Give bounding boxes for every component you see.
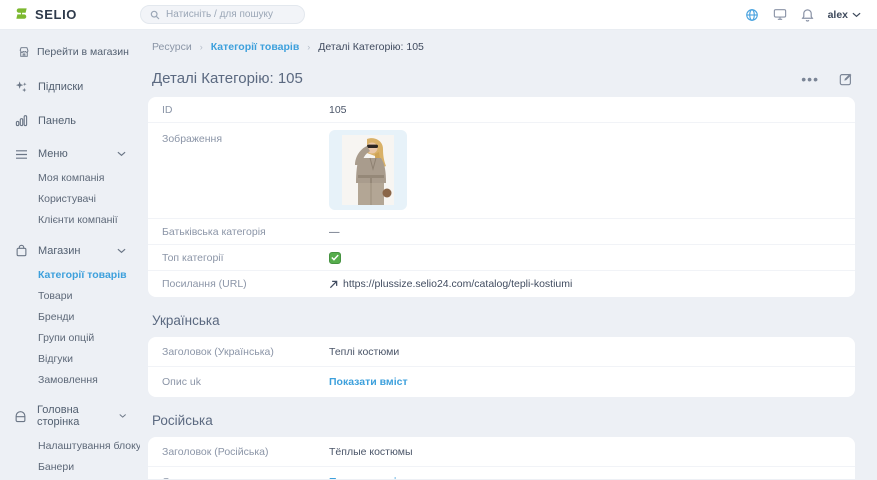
- sidebar-item-product-categories[interactable]: Категорії товарів: [0, 264, 140, 285]
- chevron-down-icon: [852, 12, 861, 18]
- sidebar-item-block-settings[interactable]: Налаштування блоку: [0, 435, 140, 456]
- detail-row-url: Посилання (URL) https://plussize.selio24…: [148, 271, 855, 297]
- url-text: https://plussize.selio24.com/catalog/tep…: [343, 278, 572, 290]
- row-label: Заголовок (Українська): [162, 346, 329, 358]
- row-label: Опис ru: [162, 476, 329, 479]
- category-details-card: ID 105 Зображення: [148, 97, 855, 297]
- row-label: Опис uk: [162, 376, 329, 388]
- sidebar-item-reviews[interactable]: Відгуки: [0, 348, 140, 369]
- show-content-link-ru[interactable]: Показати вміст: [329, 476, 408, 479]
- breadcrumb-separator-icon: ›: [307, 42, 310, 52]
- sidebar-item-menu[interactable]: Меню: [0, 141, 140, 167]
- detail-row-parent-category: Батьківська категорія —: [148, 219, 855, 245]
- row-label: Посилання (URL): [162, 278, 329, 290]
- detail-row-title-uk: Заголовок (Українська) Теплі костюми: [148, 337, 855, 367]
- top-category-checkbox-checked[interactable]: [329, 252, 341, 264]
- category-photo: [342, 135, 394, 205]
- sidebar-item-label: Перейти в магазин: [37, 46, 129, 58]
- sidebar-item-option-groups[interactable]: Групи опцій: [0, 327, 140, 348]
- detail-row-top-category: Топ категорії: [148, 245, 855, 271]
- external-link-icon: [329, 280, 338, 289]
- detail-row-image: Зображення: [148, 123, 855, 219]
- user-menu[interactable]: alex: [828, 9, 861, 21]
- sidebar-item-products[interactable]: Товари: [0, 285, 140, 306]
- main-content: Ресурси › Категорії товарів › Деталі Кат…: [140, 30, 877, 479]
- row-label: Батьківська категорія: [162, 226, 329, 238]
- page-title-row: Деталі Категорію: 105 •••: [152, 70, 853, 87]
- section-heading-ukrainian: Українська: [152, 313, 855, 328]
- sidebar-item-brands[interactable]: Бренди: [0, 306, 140, 327]
- row-label: ID: [162, 104, 329, 116]
- detail-row-description-uk: Опис uk Показати вміст: [148, 367, 855, 397]
- sidebar-item-go-to-shop[interactable]: Перейти в магазин: [0, 38, 140, 66]
- bell-icon[interactable]: [801, 8, 814, 22]
- edit-button[interactable]: [839, 72, 853, 86]
- globe-icon[interactable]: [745, 8, 759, 22]
- logo-text: SELIO: [35, 7, 77, 22]
- row-value: Теплі костюми: [329, 346, 399, 358]
- sidebar-item-pages[interactable]: Сторінки: [0, 477, 140, 479]
- breadcrumb-current: Деталі Категорію: 105: [318, 41, 424, 53]
- selio-logo-icon: [14, 7, 29, 22]
- category-image-thumbnail[interactable]: [329, 130, 407, 210]
- row-label: Топ категорії: [162, 252, 329, 264]
- top-header: SELIO Натисніть / для пошуку alex: [0, 0, 877, 30]
- sidebar-item-home-page[interactable]: Головна сторінка: [0, 397, 140, 435]
- sidebar-item-label: Головна сторінка: [37, 404, 109, 428]
- row-value: 105: [329, 104, 347, 116]
- row-value: —: [329, 226, 340, 238]
- russian-section-card: Заголовок (Російська) Тёплые костюмы Опи…: [148, 437, 855, 479]
- sidebar-item-orders[interactable]: Замовлення: [0, 369, 140, 390]
- search-placeholder: Натисніть / для пошуку: [166, 9, 273, 20]
- section-heading-russian: Російська: [152, 413, 855, 428]
- chevron-down-icon: [117, 151, 126, 157]
- row-label: Заголовок (Російська): [162, 446, 329, 458]
- breadcrumb: Ресурси › Категорії товарів › Деталі Кат…: [152, 41, 855, 53]
- sidebar-item-shop[interactable]: Магазин: [0, 237, 140, 264]
- detail-row-description-ru: Опис ru Показати вміст: [148, 467, 855, 479]
- breadcrumb-categories[interactable]: Категорії товарів: [211, 41, 300, 53]
- chevron-down-icon: [119, 413, 126, 419]
- sidebar-item-dashboard[interactable]: Панель: [0, 107, 140, 134]
- sidebar-item-my-company[interactable]: Моя компанія: [0, 167, 140, 188]
- shopping-bag-icon: [14, 244, 28, 257]
- sidebar-item-subscriptions[interactable]: Підписки: [0, 73, 140, 100]
- sidebar-item-users[interactable]: Користувачі: [0, 188, 140, 209]
- row-value: Тёплые костюмы: [329, 446, 413, 458]
- more-options-button[interactable]: •••: [801, 75, 819, 83]
- sparkles-icon: [14, 80, 28, 93]
- row-label: Зображення: [162, 130, 329, 145]
- sidebar-item-label: Панель: [38, 115, 76, 127]
- sidebar-item-label: Магазин: [38, 245, 80, 257]
- detail-row-title-ru: Заголовок (Російська) Тёплые костюмы: [148, 437, 855, 467]
- detail-row-id: ID 105: [148, 97, 855, 123]
- chevron-down-icon: [117, 248, 126, 254]
- sidebar-item-banners[interactable]: Банери: [0, 456, 140, 477]
- sidebar-item-label: Підписки: [38, 81, 83, 93]
- display-icon[interactable]: [773, 8, 787, 21]
- home-page-icon: [14, 410, 27, 423]
- hamburger-icon: [14, 149, 28, 160]
- user-name: alex: [828, 9, 848, 21]
- sidebar-item-label: Меню: [38, 148, 68, 160]
- storefront-icon: [17, 46, 31, 58]
- sidebar: Перейти в магазин Підписки Панель Меню М…: [0, 30, 140, 479]
- header-actions: alex: [745, 8, 877, 22]
- bar-chart-icon: [14, 114, 28, 127]
- page-title: Деталі Категорію: 105: [152, 70, 303, 87]
- global-search-input[interactable]: Натисніть / для пошуку: [140, 5, 305, 24]
- breadcrumb-resources[interactable]: Ресурси: [152, 41, 192, 53]
- search-icon: [150, 10, 160, 20]
- breadcrumb-separator-icon: ›: [200, 42, 203, 52]
- sidebar-item-company-clients[interactable]: Клієнти компанії: [0, 209, 140, 230]
- show-content-link-uk[interactable]: Показати вміст: [329, 376, 408, 388]
- category-url-link[interactable]: https://plussize.selio24.com/catalog/tep…: [329, 278, 572, 290]
- logo[interactable]: SELIO: [0, 7, 140, 22]
- ukrainian-section-card: Заголовок (Українська) Теплі костюми Опи…: [148, 337, 855, 397]
